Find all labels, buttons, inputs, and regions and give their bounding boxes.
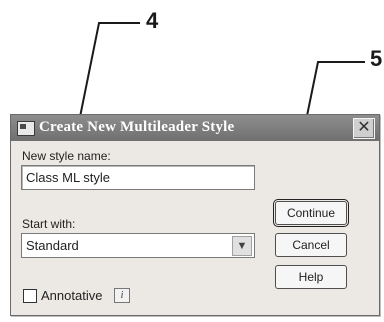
start-with-label: Start with: <box>22 217 76 231</box>
start-with-value: Standard <box>26 238 79 253</box>
callout-4-number: 4 <box>146 8 159 33</box>
chevron-down-icon[interactable]: ▼ <box>232 236 252 256</box>
continue-button[interactable]: Continue <box>273 199 349 227</box>
cancel-button[interactable]: Cancel <box>275 233 347 257</box>
app-window-icon <box>17 121 35 136</box>
dialog-titlebar[interactable]: Create New Multileader Style ✕ <box>11 115 379 141</box>
close-button[interactable]: ✕ <box>353 118 375 139</box>
new-style-name-label: New style name: <box>22 149 111 163</box>
start-with-dropdown[interactable]: Standard ▼ <box>21 233 255 258</box>
annotative-checkbox[interactable] <box>23 289 37 303</box>
new-style-name-value: Class ML style <box>26 170 111 185</box>
new-style-name-input[interactable]: Class ML style <box>21 165 255 190</box>
info-icon[interactable]: i <box>114 288 130 303</box>
callout-5-number: 5 <box>370 46 383 71</box>
help-button[interactable]: Help <box>275 265 347 289</box>
dialog-title: Create New Multileader Style <box>39 119 235 135</box>
create-multileader-style-dialog: Create New Multileader Style ✕ New style… <box>10 114 380 316</box>
annotative-label: Annotative <box>41 288 103 303</box>
